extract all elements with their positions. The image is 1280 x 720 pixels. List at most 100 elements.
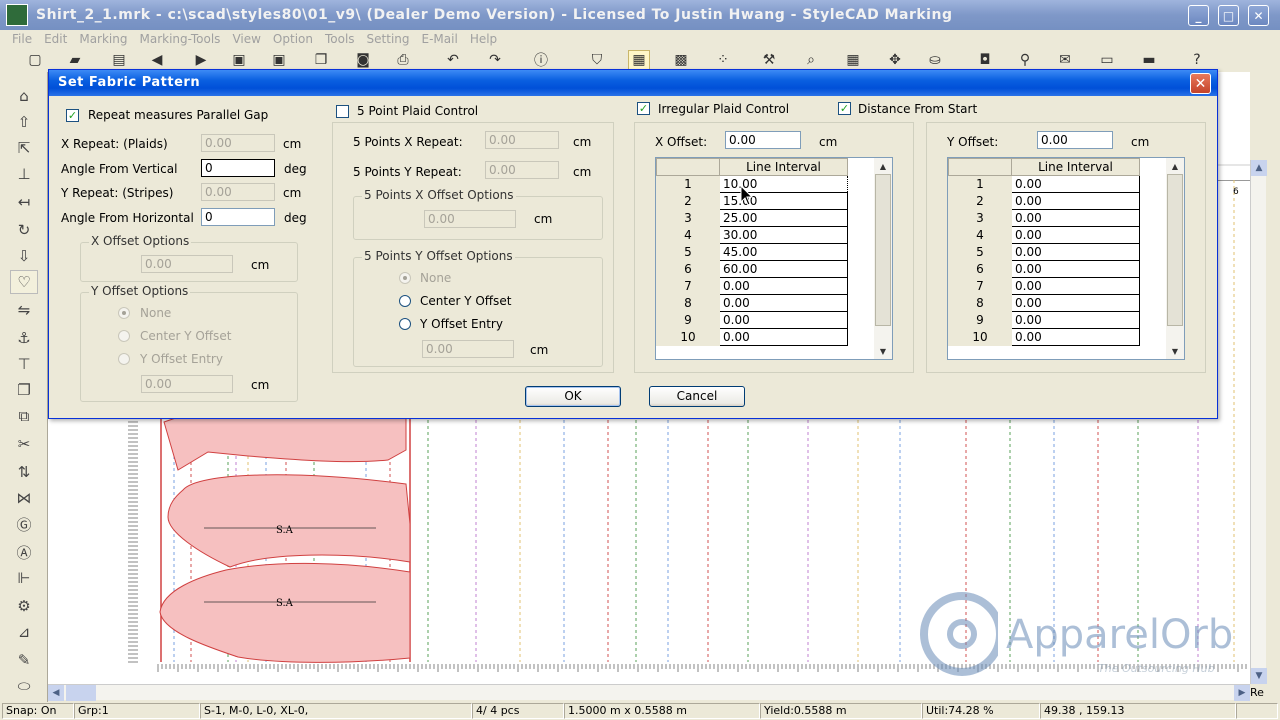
redo-icon[interactable]: ↷ bbox=[484, 50, 506, 70]
camera-icon[interactable]: ◙ bbox=[352, 50, 374, 70]
pattern-piece-1[interactable] bbox=[163, 411, 407, 471]
shirt-icon[interactable]: ⛉ bbox=[586, 50, 608, 70]
five-point-y-entry-radio[interactable] bbox=[399, 318, 411, 330]
menu-edit[interactable]: Edit bbox=[32, 32, 67, 46]
menu-help[interactable]: Help bbox=[458, 32, 497, 46]
grid-scroll-up-icon[interactable]: ▲ bbox=[1167, 158, 1183, 174]
scroll-thumb[interactable] bbox=[66, 685, 96, 701]
maximize-button[interactable]: □ bbox=[1218, 5, 1239, 26]
copy-piece-icon[interactable]: ❐ bbox=[10, 378, 38, 402]
grid-scroll-down-icon[interactable]: ▼ bbox=[1167, 343, 1183, 359]
plaid-pattern-icon[interactable]: ▦ bbox=[628, 50, 650, 70]
distance-cell-7[interactable]: 0.00 bbox=[1011, 277, 1140, 295]
minimize-button[interactable]: _ bbox=[1188, 5, 1209, 26]
grid-scroll-thumb[interactable] bbox=[1167, 174, 1183, 326]
irregular-grid-scrollbar[interactable]: ▲ ▼ bbox=[874, 158, 892, 359]
distance-cell-4[interactable]: 0.00 bbox=[1011, 226, 1140, 244]
cut-icon[interactable]: ✂ bbox=[10, 432, 38, 456]
angle-horizontal-input[interactable] bbox=[201, 208, 275, 226]
dots-pattern-icon[interactable]: ⁘ bbox=[712, 50, 734, 70]
repeat-parallel-gap-checkbox[interactable] bbox=[66, 109, 79, 122]
group-icon[interactable]: Ⓖ bbox=[10, 512, 38, 536]
print-icon[interactable]: ⎙ bbox=[392, 50, 414, 70]
open-folder-icon[interactable]: ▰ bbox=[64, 50, 86, 70]
irregular-cell-9[interactable]: 0.00 bbox=[719, 311, 848, 329]
distance-cell-5[interactable]: 0.00 bbox=[1011, 243, 1140, 261]
grid-scroll-up-icon[interactable]: ▲ bbox=[875, 158, 891, 174]
y-offset-entry-input[interactable] bbox=[141, 375, 233, 393]
menu-email[interactable]: E-Mail bbox=[410, 32, 458, 46]
five-point-y-entry-input[interactable] bbox=[422, 340, 514, 358]
stack-icon[interactable]: ⊤ bbox=[10, 352, 38, 376]
hammer-icon[interactable]: ⚒ bbox=[758, 50, 780, 70]
menu-option[interactable]: Option bbox=[261, 32, 313, 46]
monitor-icon[interactable]: ▭ bbox=[1096, 50, 1118, 70]
x-repeat-input[interactable] bbox=[201, 134, 275, 152]
grid-icon[interactable]: ▦ bbox=[842, 50, 864, 70]
text-icon[interactable]: Ⓐ bbox=[10, 540, 38, 564]
move-icon[interactable]: ✥ bbox=[884, 50, 906, 70]
pin-icon[interactable]: ⚲ bbox=[1014, 50, 1036, 70]
arrow-down-icon[interactable]: ⇩ bbox=[10, 244, 38, 268]
copy-icon[interactable]: ❐ bbox=[310, 50, 332, 70]
gear-icon[interactable]: ⚙ bbox=[10, 594, 38, 618]
zoom-icon[interactable]: ⌕ bbox=[800, 50, 822, 70]
save-icon[interactable]: ▣ bbox=[228, 50, 250, 70]
distance-cell-9[interactable]: 0.00 bbox=[1011, 311, 1140, 329]
irregular-cell-3[interactable]: 25.00 bbox=[719, 209, 848, 227]
five-point-x-repeat-input[interactable] bbox=[485, 131, 559, 149]
ruler-icon[interactable]: ⊩ bbox=[10, 566, 38, 590]
arrow-left-icon[interactable]: ◀ bbox=[146, 50, 168, 70]
mirror-icon[interactable]: ⇅ bbox=[10, 460, 38, 484]
distance-cell-10[interactable]: 0.00 bbox=[1011, 328, 1140, 346]
irregular-plaid-checkbox[interactable] bbox=[637, 102, 650, 115]
five-point-y-none-radio[interactable] bbox=[399, 272, 411, 284]
info-icon[interactable]: ⓘ bbox=[530, 50, 552, 70]
layer-icon[interactable]: ⛀ bbox=[924, 50, 946, 70]
x-offset-options-input[interactable] bbox=[141, 255, 233, 273]
y-offset-input[interactable] bbox=[1037, 131, 1113, 149]
menu-setting[interactable]: Setting bbox=[355, 32, 410, 46]
canvas-horizontal-scrollbar[interactable]: ◀ ▶ bbox=[48, 684, 1250, 701]
grid-scroll-down-icon[interactable]: ▼ bbox=[875, 343, 891, 359]
irregular-cell-10[interactable]: 0.00 bbox=[719, 328, 848, 346]
open-recent-icon[interactable]: ▤ bbox=[108, 50, 130, 70]
dialog-close-button[interactable]: ✕ bbox=[1190, 73, 1211, 94]
angle-vertical-input[interactable] bbox=[201, 159, 275, 177]
ok-button[interactable]: OK bbox=[525, 386, 621, 407]
stripe-pattern-icon[interactable]: ▩ bbox=[670, 50, 692, 70]
five-point-y-repeat-input[interactable] bbox=[485, 161, 559, 179]
arrow-up-icon[interactable]: ⇧ bbox=[10, 110, 38, 134]
menu-tools[interactable]: Tools bbox=[313, 32, 355, 46]
distance-line-interval-grid[interactable]: Line Interval 1 0.00 2 0.00 3 0.00 4 0.00 50… bbox=[947, 157, 1185, 360]
piece-select-icon[interactable]: ♡ bbox=[10, 270, 38, 294]
menu-view[interactable]: View bbox=[220, 32, 260, 46]
spread-icon[interactable]: ⇱ bbox=[10, 136, 38, 160]
y-offset-none-radio[interactable] bbox=[118, 307, 130, 319]
help-icon[interactable]: ? bbox=[1186, 50, 1208, 70]
scroll-down-icon[interactable]: ▼ bbox=[1251, 668, 1267, 684]
menu-file[interactable]: File bbox=[0, 32, 32, 46]
scroll-up-icon[interactable]: ▲ bbox=[1251, 160, 1267, 176]
pattern-piece-2[interactable] bbox=[167, 474, 411, 568]
irregular-cell-4[interactable]: 30.00 bbox=[719, 226, 848, 244]
y-repeat-input[interactable] bbox=[201, 183, 275, 201]
anchor-icon[interactable]: ⚓ bbox=[10, 326, 38, 350]
irregular-cell-5[interactable]: 45.00 bbox=[719, 243, 848, 261]
measure-icon[interactable]: ⊿ bbox=[10, 620, 38, 644]
y-offset-entry-radio[interactable] bbox=[118, 353, 130, 365]
menu-marking-tools[interactable]: Marking-Tools bbox=[128, 32, 221, 46]
five-point-x-offset-input[interactable] bbox=[424, 210, 516, 228]
arrow-left-edge-icon[interactable]: ↤ bbox=[10, 190, 38, 214]
canvas-vertical-scrollbar[interactable]: ▲ ▼ bbox=[1250, 160, 1267, 684]
home-icon[interactable]: ⌂ bbox=[10, 84, 38, 108]
flip-icon[interactable]: ⇋ bbox=[10, 298, 38, 322]
close-button[interactable]: ✕ bbox=[1248, 5, 1269, 26]
irregular-cell-1[interactable]: 10.00 bbox=[719, 175, 848, 193]
pattern-piece-3[interactable] bbox=[159, 562, 411, 663]
irregular-line-interval-grid[interactable]: Line Interval 1 10.00 2 15.00 3 25.00 4 30.0… bbox=[655, 157, 893, 360]
distance-grid-scrollbar[interactable]: ▲ ▼ bbox=[1166, 158, 1184, 359]
save-all-icon[interactable]: ▣ bbox=[268, 50, 290, 70]
distance-from-start-checkbox[interactable] bbox=[838, 102, 851, 115]
scroll-left-icon[interactable]: ◀ bbox=[48, 685, 64, 701]
